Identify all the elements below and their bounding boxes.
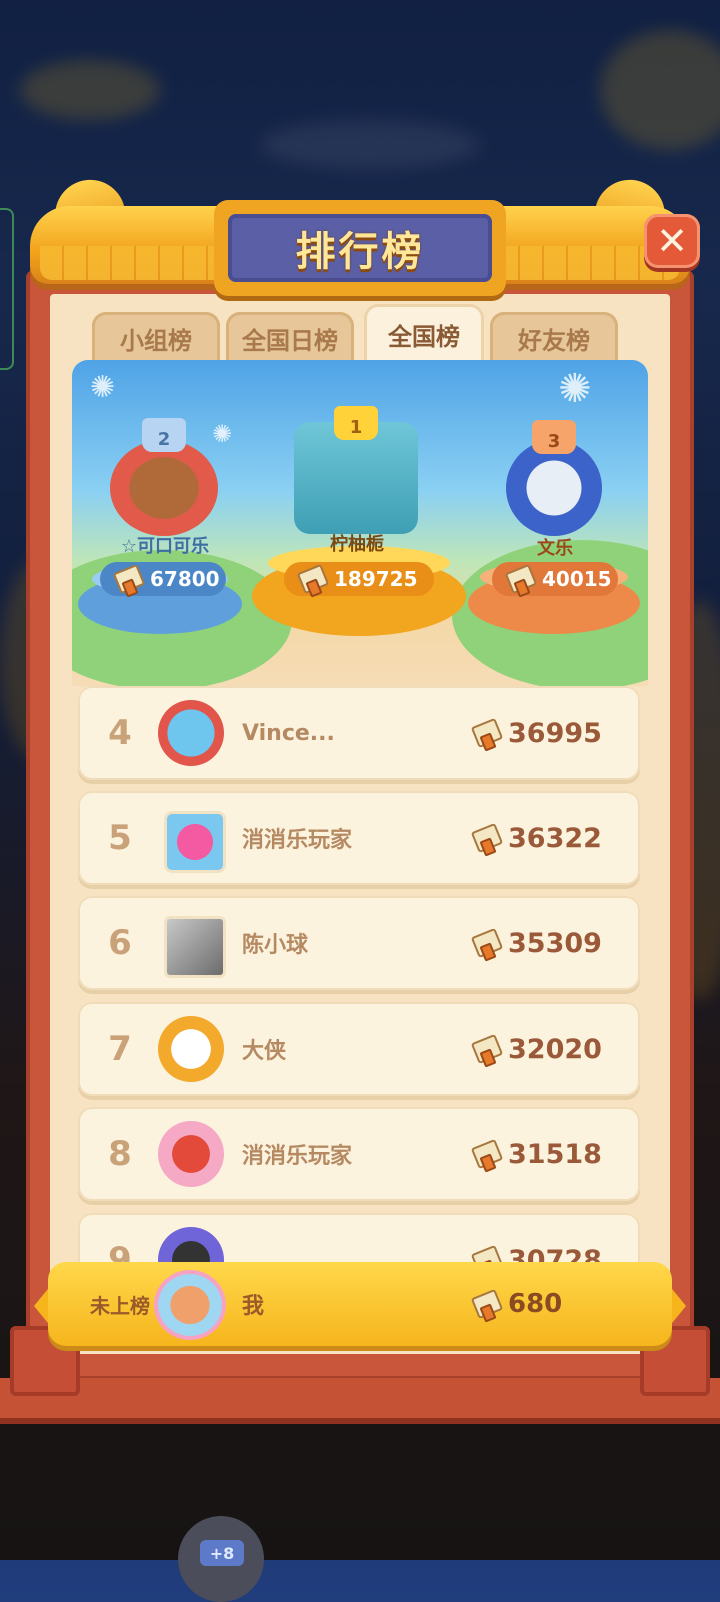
podium-score: 40015	[492, 562, 618, 598]
player-score: 36322	[470, 791, 602, 885]
my-name: 我	[242, 1294, 265, 1319]
avatar[interactable]: 3	[506, 420, 602, 536]
rank-number: 4	[108, 713, 132, 753]
rank-crown-icon: 1	[334, 406, 378, 440]
avatar[interactable]: 1	[294, 406, 418, 534]
flyswatter-icon	[470, 822, 504, 857]
my-rank-bar[interactable]: 未上榜 我 680	[34, 1262, 686, 1350]
avatar[interactable]: 2	[110, 418, 218, 536]
podium-name: 文乐	[537, 538, 573, 559]
podium-name: 柠柚栀	[330, 534, 384, 555]
my-score: 680	[470, 1262, 562, 1346]
my-rank-status: 未上榜	[90, 1293, 150, 1318]
list-item[interactable]: 7 大侠 32020	[78, 1002, 640, 1096]
player-score: 35309	[470, 896, 602, 990]
podium-area: ✺ ✺ ✺ 2 ☆可口可乐 67800 1 柠柚栀 189725 3 文乐 40…	[72, 360, 648, 686]
rank-number: 9	[108, 1240, 132, 1264]
close-icon: ✕	[656, 219, 688, 263]
podium-score: 189725	[284, 562, 434, 598]
heart-frame-cats-icon	[154, 1270, 226, 1340]
list-item[interactable]: 9 30728	[78, 1213, 640, 1264]
tab-bar: 小组榜 全国日榜 全国榜 好友榜	[92, 304, 632, 364]
player-score: 30728	[470, 1213, 602, 1264]
player-score: 36995	[470, 686, 602, 780]
flyswatter-icon	[112, 563, 146, 598]
close-button[interactable]: ✕	[644, 214, 700, 268]
rank-number: 6	[108, 923, 132, 963]
tab-national-daily[interactable]: 全国日榜	[226, 312, 354, 364]
tab-label: 全国日榜	[242, 326, 338, 355]
player-name: 大侠	[242, 1039, 287, 1064]
tab-national[interactable]: 全国榜	[364, 304, 484, 364]
list-item[interactable]: 8 消消乐玩家 31518	[78, 1107, 640, 1201]
tab-group-rank[interactable]: 小组榜	[92, 312, 220, 364]
firework-icon: ✺	[212, 420, 233, 448]
list-item[interactable]: 4 Vince... 36995	[78, 686, 640, 780]
rank-crown-icon: 2	[142, 418, 186, 452]
grey-photo-avatar	[164, 916, 226, 978]
rank-crown-icon: 3	[532, 420, 576, 454]
pink-octopus-icon	[164, 811, 226, 873]
title-plaque: 排行榜	[214, 200, 506, 296]
player-score: 32020	[470, 1002, 602, 1096]
player-name: Vince...	[242, 720, 335, 746]
player-name: 陈小球	[242, 933, 309, 958]
rank-number: 7	[108, 1029, 132, 1069]
podium-name: ☆可口可乐	[120, 536, 210, 557]
list-item[interactable]: 6 陈小球 35309	[78, 896, 640, 990]
page-title: 排行榜	[295, 229, 425, 275]
ranking-list[interactable]: 4 Vince... 36995 5 消消乐玩家 36322 6 陈小球 353…	[72, 686, 648, 1264]
blue-creature-flower-frame-icon	[158, 700, 224, 766]
heart-frame-red-creature-icon	[158, 1121, 224, 1187]
bottom-badge: +8	[200, 1540, 244, 1566]
player-name: 消消乐玩家	[242, 1144, 353, 1169]
tab-label: 全国榜	[388, 322, 460, 351]
podium-score: 67800	[100, 562, 226, 598]
flyswatter-icon	[470, 1288, 504, 1323]
crown-frame-photo-avatar	[158, 1016, 224, 1082]
rap-cap-avatar	[158, 1227, 224, 1264]
player-name: 消消乐玩家	[242, 828, 353, 853]
rank-number: 5	[108, 818, 132, 858]
flyswatter-icon	[470, 1138, 504, 1173]
flyswatter-icon	[470, 717, 504, 752]
player-score: 31518	[470, 1107, 602, 1201]
flyswatter-icon	[470, 1033, 504, 1068]
firework-icon: ✺	[558, 366, 592, 412]
list-item[interactable]: 5 消消乐玩家 36322	[78, 791, 640, 885]
tab-label: 小组榜	[120, 326, 192, 355]
flyswatter-icon	[504, 563, 538, 598]
firework-icon: ✺	[90, 370, 116, 405]
rank-number: 8	[108, 1134, 132, 1174]
frame-base	[0, 1378, 720, 1418]
flyswatter-icon	[296, 563, 330, 598]
flyswatter-icon	[470, 927, 504, 962]
tab-friends[interactable]: 好友榜	[490, 312, 618, 364]
tab-label: 好友榜	[518, 326, 590, 355]
side-tab-outline	[0, 208, 14, 370]
